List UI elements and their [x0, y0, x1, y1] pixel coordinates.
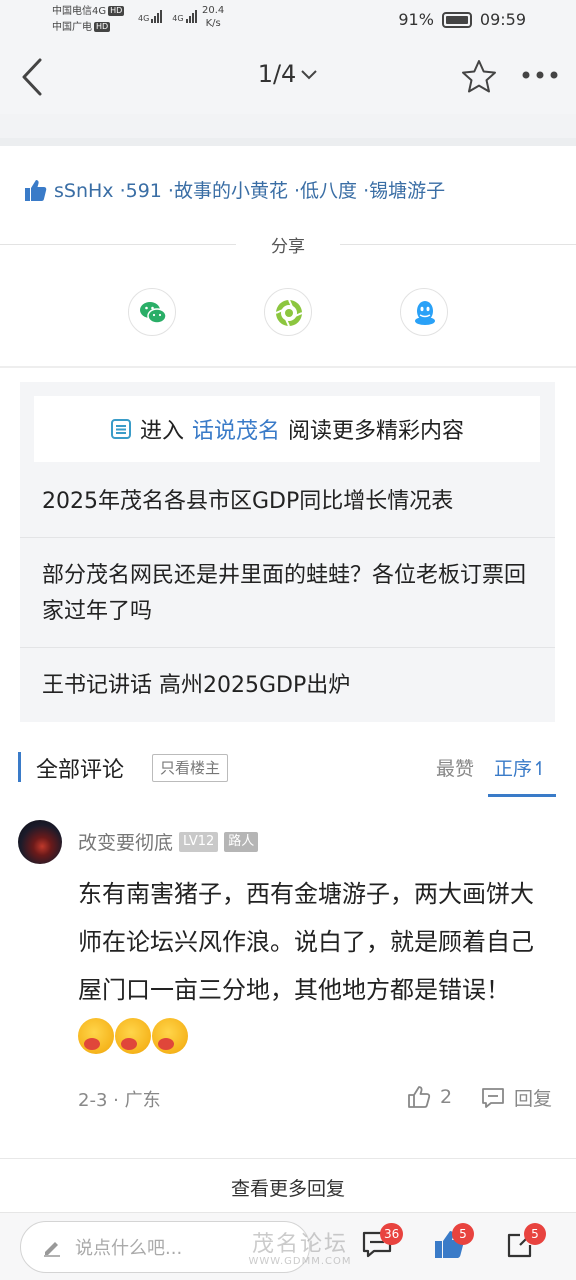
- signal-icons: 4G 4G: [138, 10, 197, 23]
- divider: [0, 366, 576, 368]
- liked-by-list[interactable]: sSnHx ·591 ·故事的小黄花 ·低八度 ·锡塘游子: [22, 176, 445, 203]
- avatar[interactable]: [18, 820, 62, 864]
- like-count-badge: 5: [452, 1223, 474, 1245]
- hd-badge: HD: [108, 6, 125, 16]
- battery-icon: [441, 11, 472, 28]
- like-button[interactable]: 5: [432, 1223, 474, 1263]
- list-icon: [110, 419, 131, 439]
- share-section: 分享: [0, 232, 576, 257]
- site-watermark: 茂名论坛 WWW.GDMM.COM: [248, 1232, 352, 1267]
- share-qq-button[interactable]: [400, 288, 448, 336]
- more-replies-link[interactable]: 查看更多回复: [0, 1158, 576, 1216]
- share-wechat-button[interactable]: [128, 288, 176, 336]
- chevron-down-icon: [300, 65, 318, 86]
- forum-name[interactable]: 话说茂名: [192, 413, 280, 445]
- status-right: 91% 09:59: [398, 10, 526, 29]
- related-posts: 进入 话说茂名 阅读更多精彩内容 2025年茂名各县市区GDP同比增长情况表 部…: [20, 382, 555, 722]
- carrier-1: 中国电信4G: [52, 6, 107, 17]
- active-tab-indicator: [488, 794, 556, 797]
- sort-order-tab[interactable]: 正序↿: [494, 754, 548, 781]
- clock: 09:59: [479, 10, 526, 29]
- share-divider: [340, 244, 576, 245]
- comment-meta: 2-3 · 广东: [78, 1090, 161, 1111]
- thumbs-up-icon: [25, 179, 47, 201]
- network-speed: 20.4 K/s: [202, 5, 225, 29]
- divider: [20, 537, 555, 538]
- section-marker: [18, 752, 21, 782]
- nav-bar: 1/4: [0, 40, 576, 114]
- wechat-icon: [140, 302, 167, 324]
- only-op-button[interactable]: 只看楼主: [152, 754, 229, 782]
- comment-like-button[interactable]: 2: [406, 1084, 452, 1110]
- comment-body: 东有南害猪子，西有金塘游子，两大画饼大师在论坛兴风作浪。说白了，就是顾着自己屋门…: [78, 870, 548, 1062]
- signal-icon: 4G: [138, 10, 163, 23]
- emoji-icon: [78, 1018, 114, 1054]
- hd-badge: HD: [94, 22, 111, 32]
- qq-icon: [415, 301, 435, 325]
- moments-icon: [275, 299, 303, 327]
- more-icon[interactable]: [520, 68, 560, 82]
- comments-title: 全部评论: [36, 758, 125, 783]
- signal-icon: 4G: [172, 10, 197, 23]
- share-button[interactable]: 5: [504, 1223, 546, 1263]
- related-post[interactable]: 部分茂名网民还是井里面的蛙蛙？各位老板订票回家过年了吗: [42, 558, 542, 630]
- carrier-info: 中国电信4G HD 中国广电 HD: [52, 4, 125, 36]
- sort-arrow-icon: ↿: [532, 758, 548, 780]
- reply-icon: [482, 1087, 504, 1108]
- rank-badge: 路人: [224, 831, 259, 852]
- carrier-2: 中国广电: [52, 22, 92, 33]
- star-icon[interactable]: [460, 58, 498, 96]
- enter-forum-link[interactable]: 进入 话说茂名 阅读更多精彩内容: [34, 396, 540, 462]
- related-post[interactable]: 王书记讲话 高州2025GDP出炉: [42, 668, 542, 704]
- divider-strip: [0, 114, 576, 138]
- comment-reply-button[interactable]: 回复: [480, 1084, 552, 1111]
- share-moments-button[interactable]: [264, 288, 312, 336]
- sort-hot-tab[interactable]: 最赞: [436, 754, 474, 781]
- divider: [20, 647, 555, 648]
- level-badge: LV12: [179, 831, 219, 852]
- pencil-icon: [44, 1242, 60, 1257]
- comment-author[interactable]: 改变要彻底 LV12 路人: [78, 828, 259, 855]
- battery-percent: 91%: [398, 10, 434, 29]
- emoji-icon: [115, 1018, 151, 1054]
- thumbs-up-icon: [408, 1086, 431, 1108]
- share-icons: [0, 288, 576, 338]
- related-post[interactable]: 2025年茂名各县市区GDP同比增长情况表: [42, 484, 542, 520]
- status-bar: 中国电信4G HD 中国广电 HD 4G 4G 20.4 K/s 91% 09:59: [0, 0, 576, 40]
- comments-header: 全部评论 只看楼主 最赞 正序↿: [0, 742, 576, 798]
- emoji-icon: [152, 1018, 188, 1054]
- share-count-badge: 5: [524, 1223, 546, 1245]
- divider-strip: [0, 138, 576, 146]
